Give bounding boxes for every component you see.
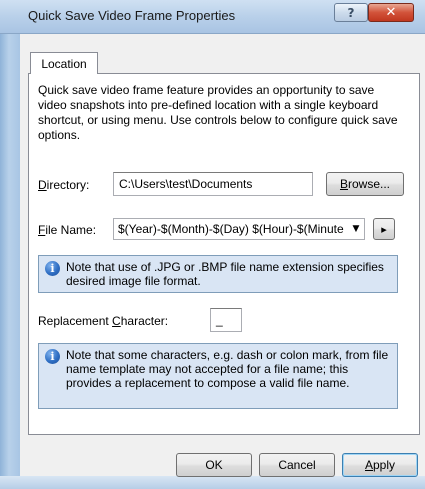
replacement-character-input[interactable]: _ [210, 308, 242, 332]
file-name-value: $(Year)-$(Month)-$(Day) $(Hour)-$(Minute [118, 222, 344, 236]
help-button[interactable]: ? [334, 3, 368, 22]
ok-button[interactable]: OK [176, 453, 252, 477]
replacement-character-label: Replacement Character: [38, 314, 169, 328]
browse-button-label: Browse... [339, 177, 391, 191]
window-frame-left [0, 0, 20, 489]
file-name-label: File Name: [38, 223, 97, 237]
arrow-right-icon: ▸ [381, 223, 387, 236]
directory-value: C:\Users\test\Documents [119, 177, 253, 191]
tab-location-label: Location [41, 56, 87, 71]
info-note-replacement: i Note that some characters, e.g. dash o… [38, 343, 398, 409]
info-icon: i [45, 261, 60, 276]
info-note-extension-text: Note that use of .JPG or .BMP file name … [66, 260, 384, 288]
description-text: Quick save video frame feature provides … [38, 83, 398, 142]
browse-button[interactable]: Browse... [326, 172, 404, 196]
apply-button[interactable]: Apply [342, 453, 418, 477]
info-note-replacement-text: Note that some characters, e.g. dash or … [66, 348, 389, 390]
info-note-extension: i Note that use of .JPG or .BMP file nam… [38, 255, 398, 293]
directory-input[interactable]: C:\Users\test\Documents [113, 172, 313, 196]
info-icon: i [45, 349, 60, 364]
cancel-button[interactable]: Cancel [259, 453, 335, 477]
chevron-down-icon[interactable]: ▼ [348, 219, 364, 239]
directory-label: Directory: [38, 178, 90, 192]
cancel-button-label: Cancel [278, 458, 316, 472]
window-frame-bottom [0, 476, 425, 489]
apply-button-label: Apply [364, 458, 396, 472]
window-title: Quick Save Video Frame Properties [28, 8, 236, 23]
ok-button-label: OK [205, 458, 223, 472]
replacement-character-value: _ [216, 313, 223, 327]
insert-variable-button[interactable]: ▸ [373, 218, 395, 240]
help-icon: ? [347, 5, 355, 20]
close-icon: ✕ [385, 5, 397, 20]
tab-location[interactable]: Location [30, 52, 98, 74]
close-button[interactable]: ✕ [368, 3, 414, 22]
file-name-combobox[interactable]: $(Year)-$(Month)-$(Day) $(Hour)-$(Minute… [113, 218, 365, 240]
